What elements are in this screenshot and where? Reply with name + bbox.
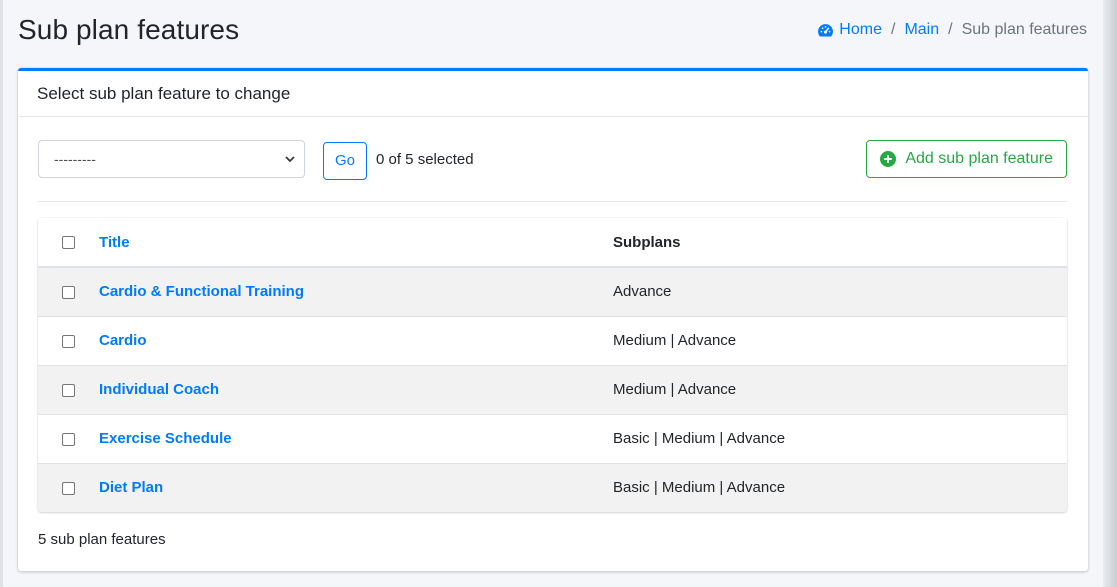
row-checkbox[interactable] [62,432,75,446]
row-title-link[interactable]: Diet Plan [99,479,163,496]
add-sub-plan-feature-button[interactable]: Add sub plan feature [866,140,1067,178]
table-row: Exercise Schedule Basic | Medium | Advan… [38,414,1067,463]
row-title-link[interactable]: Cardio [99,332,147,349]
column-header-subplans: Subplans [613,233,681,251]
card-title: Select sub plan feature to change [37,83,291,103]
row-checkbox[interactable] [62,481,75,495]
result-count: 5 sub plan features [38,531,166,548]
results-table: Title Subplans Cardio & Functional Train… [38,218,1067,512]
breadcrumb-main-link[interactable]: Main [904,21,939,39]
action-select-value: --------- [54,151,96,167]
row-subplans: Advance [613,283,672,301]
breadcrumb-separator: / [890,21,896,38]
row-subplans: Medium | Advance [613,332,737,349]
row-title-link[interactable]: Exercise Schedule [99,430,232,447]
breadcrumb-home-link[interactable]: Home [817,21,882,39]
plus-circle-icon [880,151,897,167]
table-header-row: Title Subplans [38,218,1067,267]
window-right-edge [1103,0,1117,587]
breadcrumb-current: Sub plan features [961,21,1087,38]
breadcrumb-separator: / [948,21,953,38]
select-all-checkbox[interactable] [62,236,75,250]
row-checkbox[interactable] [62,383,75,397]
column-header-title[interactable]: Title [99,218,613,267]
breadcrumb: Home / Main / Sub plan features [817,21,1089,39]
action-select[interactable]: --------- [38,140,305,178]
go-button[interactable]: Go [323,141,367,180]
table-row: Cardio Medium | Advance [38,316,1067,365]
dashboard-icon [818,23,834,36]
page-title: Sub plan features [18,14,240,45]
row-title-link[interactable]: Cardio & Functional Training [99,283,304,300]
row-checkbox[interactable] [62,285,75,299]
row-subplans: Medium | Advance [613,381,737,398]
row-checkbox[interactable] [62,334,75,348]
row-subplans: Basic | Medium | Advance [613,479,786,497]
card-header: Select sub plan feature to change [18,71,1088,117]
chevron-down-icon [285,156,295,163]
table-row: Individual Coach Medium | Advance [38,365,1067,414]
divider [38,201,1067,202]
table-row: Diet Plan Basic | Medium | Advance [38,463,1067,512]
row-title-link[interactable]: Individual Coach [99,381,219,398]
add-button-label: Add sub plan feature [905,150,1053,167]
content-header: Sub plan features Home / Main / Sub plan… [18,10,1089,50]
changelist-card: Select sub plan feature to change ------… [18,68,1088,571]
row-subplans: Basic | Medium | Advance [613,430,786,447]
select-all-cell [38,218,99,267]
table-row: Cardio & Functional Training Advance [38,267,1067,316]
breadcrumb-home-label: Home [839,21,882,38]
actions-bar: --------- Go 0 of 5 selected Add sub pla… [38,139,1067,180]
window-left-edge [0,0,3,587]
selection-counter: 0 of 5 selected [376,150,474,168]
